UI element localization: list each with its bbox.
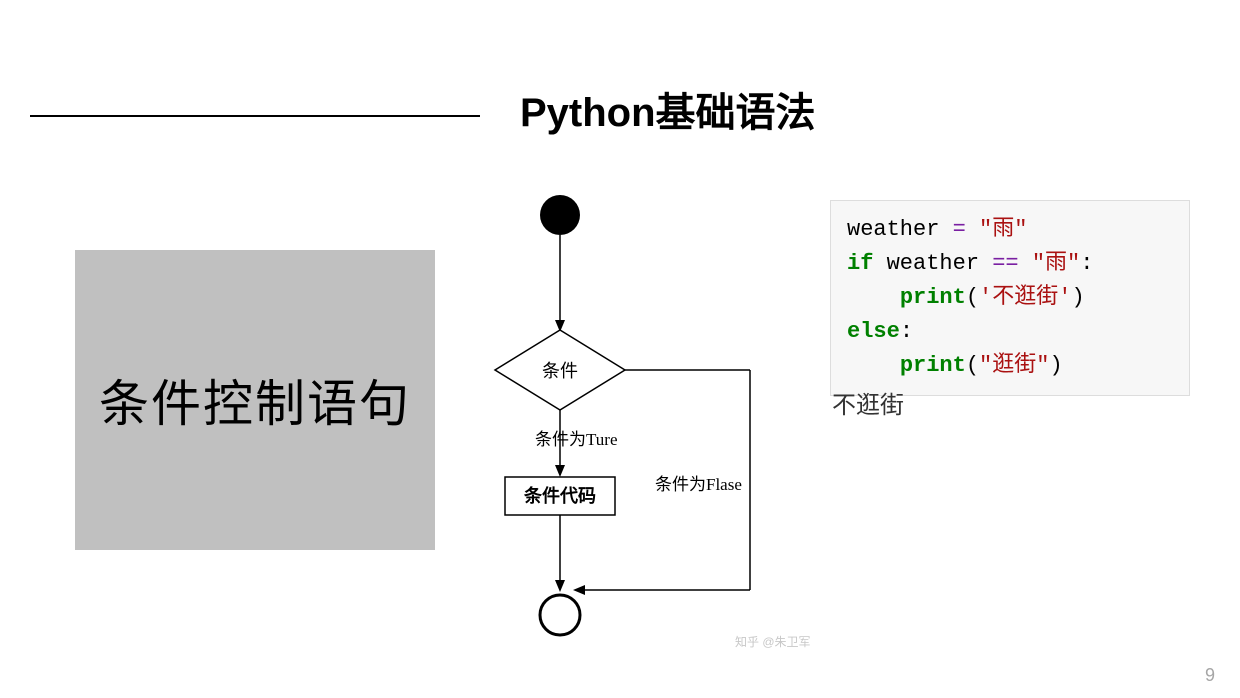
subtitle-text: 条件控制语句 — [99, 364, 411, 436]
flow-true-label: 条件为Ture — [535, 430, 618, 449]
subtitle-box: 条件控制语句 — [75, 250, 435, 550]
code-block: weather = "雨" if weather == "雨": print('… — [830, 200, 1190, 396]
flowchart-diagram: 条件 条件为Ture 条件代码 条件为Flase — [430, 190, 840, 650]
code-line-2: if weather == "雨": — [847, 247, 1173, 281]
page-number: 9 — [1205, 665, 1215, 686]
flow-codebox-label: 条件代码 — [523, 485, 596, 506]
header-divider — [30, 115, 480, 117]
code-line-4: else: — [847, 315, 1173, 349]
flow-condition-label: 条件 — [542, 361, 578, 381]
watermark: 知乎 @朱卫军 — [735, 633, 811, 650]
code-line-3: print('不逛街') — [847, 281, 1173, 315]
page-title: Python基础语法 — [520, 80, 816, 138]
code-line-1: weather = "雨" — [847, 213, 1173, 247]
code-line-5: print("逛街") — [847, 349, 1173, 383]
flow-false-label: 条件为Flase — [655, 475, 742, 494]
code-output: 不逛街 — [832, 385, 904, 420]
